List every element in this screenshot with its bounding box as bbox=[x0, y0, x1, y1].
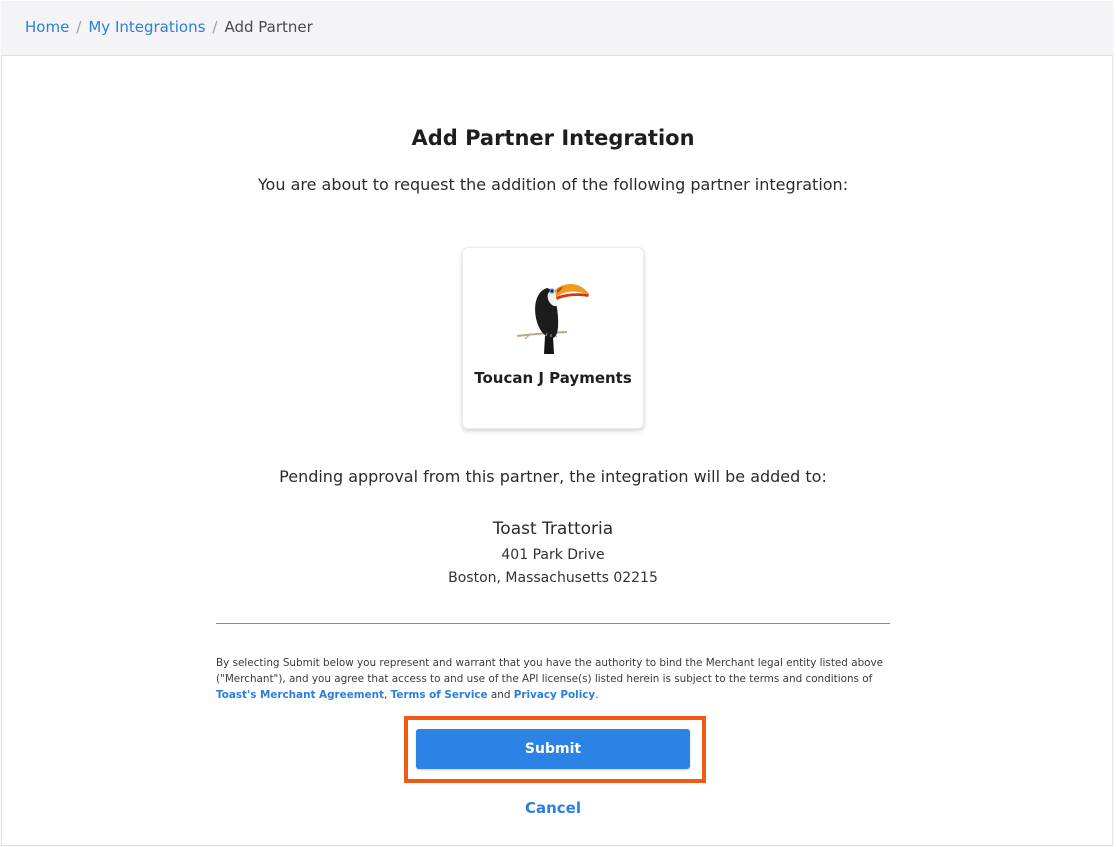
merchant-agreement-link[interactable]: Toast's Merchant Agreement bbox=[216, 689, 384, 701]
privacy-policy-link[interactable]: Privacy Policy bbox=[514, 689, 595, 701]
address-line-1: 401 Park Drive bbox=[501, 547, 605, 563]
legal-period: . bbox=[595, 689, 599, 701]
submit-button[interactable]: Submit bbox=[416, 729, 690, 769]
legal-separator: , bbox=[384, 689, 391, 701]
breadcrumb-bar: Home / My Integrations / Add Partner bbox=[1, 1, 1113, 56]
location-name: Toast Trattoria bbox=[492, 519, 614, 539]
breadcrumb: Home / My Integrations / Add Partner bbox=[25, 18, 313, 36]
legal-separator: and bbox=[487, 689, 514, 701]
address-line-2: Boston, Massachusetts 02215 bbox=[448, 570, 658, 586]
breadcrumb-current: Add Partner bbox=[224, 18, 313, 36]
toucan-logo-icon bbox=[516, 284, 589, 354]
breadcrumb-separator: / bbox=[212, 18, 218, 36]
legal-disclaimer: By selecting Submit below you represent … bbox=[216, 655, 896, 703]
breadcrumb-home-link[interactable]: Home bbox=[25, 18, 69, 36]
breadcrumb-my-integrations-link[interactable]: My Integrations bbox=[88, 18, 205, 36]
partner-name: Toucan J Payments bbox=[474, 369, 632, 387]
intro-text: You are about to request the addition of… bbox=[257, 175, 849, 194]
terms-of-service-link[interactable]: Terms of Service bbox=[391, 689, 488, 701]
divider bbox=[216, 623, 890, 624]
breadcrumb-separator: / bbox=[76, 18, 82, 36]
partner-card: Toucan J Payments bbox=[462, 247, 644, 429]
cancel-link[interactable]: Cancel bbox=[0, 799, 1106, 817]
pending-approval-text: Pending approval from this partner, the … bbox=[279, 467, 827, 486]
page-title: Add Partner Integration bbox=[411, 126, 695, 150]
legal-text: By selecting Submit below you represent … bbox=[216, 657, 884, 685]
